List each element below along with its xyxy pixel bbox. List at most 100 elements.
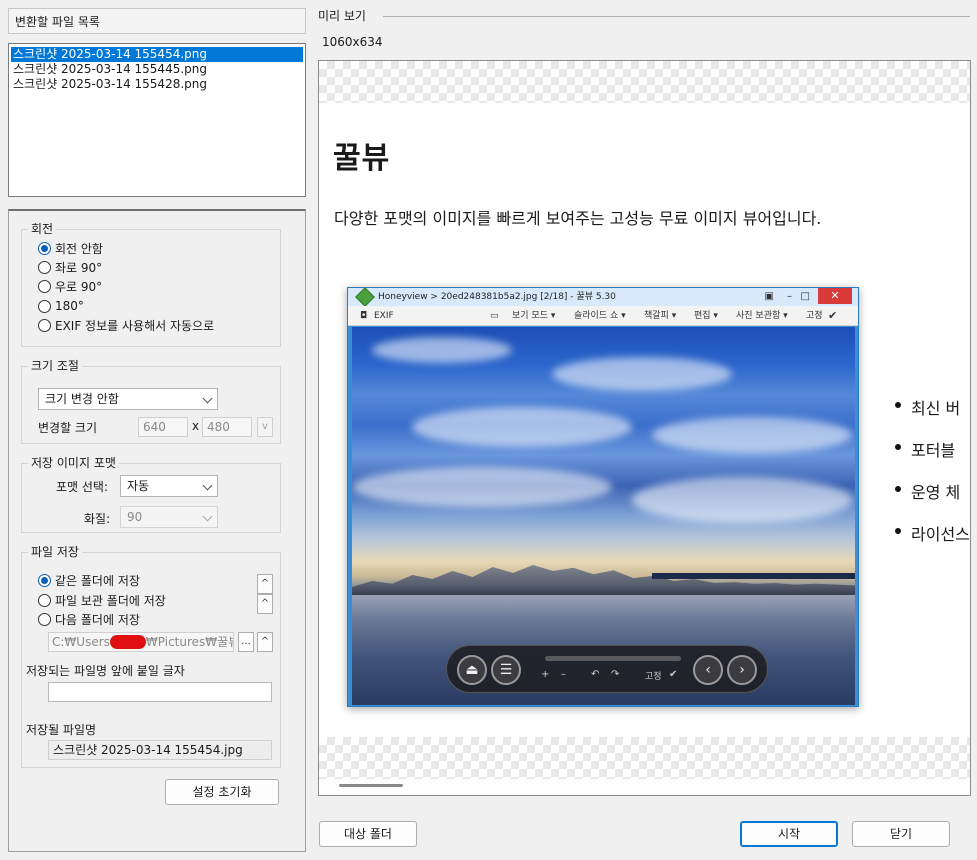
honeyview-logo-icon xyxy=(355,287,375,307)
resize-unit-button[interactable]: v xyxy=(257,417,273,437)
honeyview-tool: 사진 보관함 ▾ xyxy=(736,311,788,321)
file-list-header: 변환할 파일 목록 xyxy=(8,8,306,34)
rotation-option-left-90[interactable]: 좌로 90° xyxy=(38,258,102,276)
honeyview-titlebar: Honeyview > 20ed248381b5a2.jpg [2/18] - … xyxy=(348,287,858,307)
honeyview-exif: EXIF xyxy=(374,311,394,321)
resize-mode-select[interactable]: 크기 변경 안함 xyxy=(38,388,218,410)
format-title: 저장 이미지 포맷 xyxy=(28,455,119,471)
zoom-in-icon: + xyxy=(541,669,550,680)
radio-icon[interactable] xyxy=(38,260,51,274)
honeyview-tool: 보기 모드 ▾ xyxy=(512,311,556,321)
bullet-icon xyxy=(895,528,901,534)
honeyview-toolbar: ◘ EXIF ▭ 보기 모드 ▾ 슬라이드 쇼 ▾ 책갈피 ▾ 편집 ▾ 사진 … xyxy=(348,306,858,326)
check-circle-icon: ✔ xyxy=(828,309,838,322)
resize-width-input[interactable]: 640 xyxy=(138,417,188,437)
format-group: 저장 이미지 포맷 포맷 선택: 자동 화질: 90 xyxy=(21,455,281,533)
rotation-option-180[interactable]: 180° xyxy=(38,297,84,315)
save-path-prefix: C:₩Users xyxy=(52,635,110,649)
honeyview-tool: 슬라이드 쇼 ▾ xyxy=(574,311,626,321)
target-folder-button[interactable]: 대상 폴더 xyxy=(319,821,417,847)
format-select[interactable]: 자동 xyxy=(120,475,218,497)
honeyview-slider xyxy=(545,656,681,661)
file-list[interactable]: 스크린샷 2025-03-14 155454.png 스크린샷 2025-03-… xyxy=(8,43,306,197)
bullet-icon xyxy=(895,444,901,450)
filename-prefix-input[interactable] xyxy=(48,682,272,702)
resize-height-input[interactable]: 480 xyxy=(202,417,252,437)
move-up-button[interactable]: ^ xyxy=(257,574,273,594)
chevron-down-icon xyxy=(202,511,213,522)
save-option-same-folder[interactable]: 같은 폴더에 저장 xyxy=(38,571,140,589)
preview-divider xyxy=(383,16,970,17)
save-option-custom-folder[interactable]: 다음 폴더에 저장 xyxy=(38,610,140,628)
radio-icon[interactable] xyxy=(38,318,51,332)
city-skyline xyxy=(352,565,855,599)
start-button[interactable]: 시작 xyxy=(740,821,838,847)
rotate-right-icon: ↷ xyxy=(611,669,620,680)
resize-size-label: 변경할 크기 xyxy=(38,421,98,435)
transparency-checker-top xyxy=(319,61,970,103)
resize-group: 크기 조절 크기 변경 안함 변경할 크기 640 x 480 v xyxy=(21,358,281,444)
chevron-down-icon xyxy=(202,480,213,491)
redaction-mark xyxy=(109,635,146,649)
resize-title: 크기 조절 xyxy=(28,358,82,374)
doc-description: 다양한 포맷의 이미지를 빠르게 보여주는 고성능 무료 이미지 뷰어입니다. xyxy=(334,209,822,228)
file-list-item[interactable]: 스크린샷 2025-03-14 155454.png xyxy=(11,47,303,62)
next-icon: › xyxy=(727,655,757,685)
pin-icon: ▣ xyxy=(764,291,774,302)
save-option-archive-folder[interactable]: 파일 보관 폴더에 저장 xyxy=(38,591,166,609)
move-up-button[interactable]: ^ xyxy=(257,632,273,652)
honeyview-fixed-label: 고정 xyxy=(645,672,662,682)
file-list-item[interactable]: 스크린샷 2025-03-14 155428.png xyxy=(11,77,303,92)
honeyview-control-bar: ⏏ ☰ + – ↶ ↷ 고정 ✔ ‹ › xyxy=(446,645,768,693)
rotate-left-icon: ↶ xyxy=(591,669,600,680)
preview-canvas: 꿀뷰 다양한 포맷의 이미지를 빠르게 보여주는 고성능 무료 이미지 뷰어입니… xyxy=(318,60,971,796)
file-list-item[interactable]: 스크린샷 2025-03-14 155445.png xyxy=(11,62,303,77)
save-title: 파일 저장 xyxy=(28,544,82,560)
rotation-title: 회전 xyxy=(28,221,57,237)
honeyview-tool: 편집 ▾ xyxy=(694,311,718,321)
rotation-option-none[interactable]: 회전 안함 xyxy=(38,239,103,257)
transparency-checker-bottom xyxy=(319,737,970,779)
bullet-icon xyxy=(895,486,901,492)
radio-checked-icon[interactable] xyxy=(38,241,51,255)
list-item: 포터블 xyxy=(895,437,970,479)
filename-prefix-label: 저장되는 파일명 앞에 붙일 글자 xyxy=(26,664,185,678)
radio-icon[interactable] xyxy=(38,593,51,607)
output-filename-label: 저장될 파일명 xyxy=(26,723,97,737)
browse-folder-button[interactable]: ... xyxy=(238,632,254,652)
close-button[interactable]: 닫기 xyxy=(852,821,950,847)
eject-icon: ⏏ xyxy=(457,655,487,685)
close-icon: ✕ xyxy=(818,288,852,304)
honeyview-tool: 고정 xyxy=(806,311,823,321)
quality-label: 화질: xyxy=(84,512,111,526)
honeyview-tool: 책갈피 ▾ xyxy=(644,311,677,321)
view-mode-icon: ▭ xyxy=(490,311,499,321)
previous-icon: ‹ xyxy=(693,655,723,685)
doc-title: 꿀뷰 xyxy=(333,141,391,176)
quality-select[interactable]: 90 xyxy=(120,506,218,528)
output-filename-field: 스크린샷 2025-03-14 155454.jpg xyxy=(48,740,272,760)
radio-icon[interactable] xyxy=(38,612,51,626)
save-path-suffix: ₩Pictures₩꿀뷰 xyxy=(145,635,234,649)
radio-checked-icon[interactable] xyxy=(38,573,51,587)
radio-icon[interactable] xyxy=(38,279,51,293)
bridge xyxy=(652,573,855,579)
check-circle-icon: ✔ xyxy=(669,669,678,680)
move-up-button[interactable]: ^ xyxy=(257,594,273,614)
settings-panel: 회전 회전 안함 좌로 90° 우로 90° 180° EXIF 정보를 사용해… xyxy=(8,209,306,852)
rotation-option-right-90[interactable]: 우로 90° xyxy=(38,277,102,295)
menu-icon: ☰ xyxy=(491,655,521,685)
save-folder-path[interactable]: C:₩Users ₩Pictures₩꿀뷰 xyxy=(48,632,234,652)
zoom-out-icon: – xyxy=(561,669,566,680)
radio-icon[interactable] xyxy=(38,299,51,313)
camera-icon: ◘ xyxy=(360,311,368,321)
horizontal-scrollbar[interactable] xyxy=(339,784,403,787)
feature-list: 최신 버 포터블 운영 체 라이선스 xyxy=(895,395,970,563)
rotation-option-exif[interactable]: EXIF 정보를 사용해서 자동으로 xyxy=(38,316,214,334)
preview-dimensions: 1060x634 xyxy=(322,35,383,49)
format-select-label: 포맷 선택: xyxy=(56,480,109,494)
photo-river-skyline: ⏏ ☰ + – ↶ ↷ 고정 ✔ ‹ › xyxy=(352,327,855,705)
reset-settings-button[interactable]: 설정 초기화 xyxy=(165,779,279,805)
save-group: 파일 저장 같은 폴더에 저장 ^ 파일 보관 폴더에 저장 ^ 다음 폴더에 … xyxy=(21,544,281,768)
maximize-icon: □ xyxy=(800,291,810,302)
